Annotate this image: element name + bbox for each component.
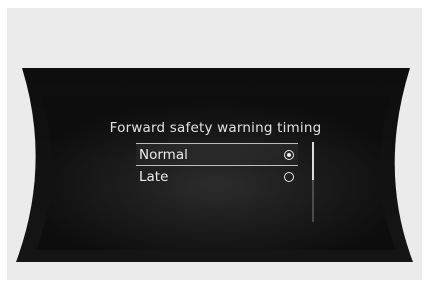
cluster-display-illustration: Forward safety warning timing Normal Lat…: [0, 0, 431, 289]
option-label: Late: [139, 168, 169, 185]
option-label: Normal: [139, 146, 188, 163]
option-normal[interactable]: Normal: [136, 143, 298, 166]
radio-selected-icon: [284, 149, 294, 160]
scrollbar-thumb[interactable]: [312, 142, 314, 180]
radio-unselected-icon: [284, 171, 294, 182]
scrollbar[interactable]: [312, 142, 314, 222]
option-late[interactable]: Late: [136, 166, 298, 187]
options-list: Normal Late: [136, 143, 298, 187]
page-title: Forward safety warning timing: [109, 120, 322, 136]
